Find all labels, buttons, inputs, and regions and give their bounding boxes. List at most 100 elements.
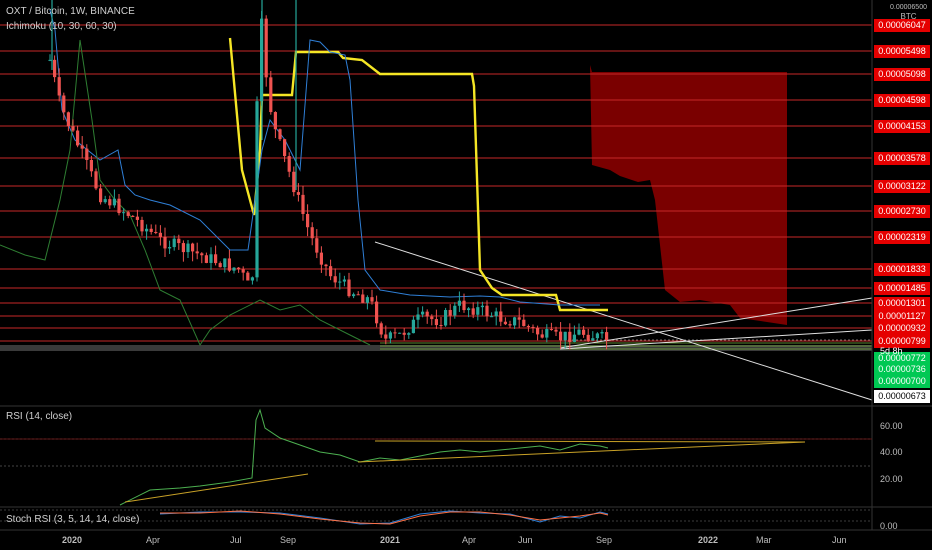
candle-body xyxy=(439,325,443,327)
price-tag: 0.00002730 xyxy=(874,205,930,218)
candle-body xyxy=(480,305,484,308)
candle-body xyxy=(531,326,535,328)
candle-body xyxy=(99,188,103,203)
candle-body xyxy=(513,317,517,326)
rsi-trendline xyxy=(357,441,806,463)
candle-body xyxy=(209,254,213,263)
price-tag: 0.00005498 xyxy=(874,45,930,58)
candle-body xyxy=(572,334,576,342)
candle-body xyxy=(370,297,374,302)
stoch-tick: 0.00 xyxy=(880,521,898,531)
price-tag: 0.00004598 xyxy=(874,94,930,107)
candle-body xyxy=(448,310,452,316)
candle-body xyxy=(278,129,282,140)
tenkan-line xyxy=(49,9,600,306)
candle-body xyxy=(71,126,75,131)
candle-body xyxy=(508,324,512,326)
candle-body xyxy=(416,314,420,320)
candle-body xyxy=(62,95,66,113)
candle-body xyxy=(200,253,204,256)
date-tick: Jun xyxy=(518,535,533,545)
ichimoku-legend[interactable]: Ichimoku (10, 30, 60, 30) xyxy=(6,21,117,32)
candle-body xyxy=(264,18,268,78)
candle-body xyxy=(425,311,429,317)
candle-body xyxy=(296,192,300,195)
candle-body xyxy=(131,215,135,217)
symbol-legend[interactable]: OXT / Bitcoin, 1W, BINANCE xyxy=(6,6,135,17)
candle-body xyxy=(89,159,93,172)
candle-body xyxy=(563,331,567,341)
indicator-panes xyxy=(0,0,932,531)
stoch-k-line xyxy=(159,510,609,525)
candle-body xyxy=(517,317,521,320)
date-tick: Mar xyxy=(756,535,772,545)
candle-body xyxy=(384,334,388,339)
candle-body xyxy=(324,264,328,267)
candle-body xyxy=(273,112,277,130)
rsi-legend[interactable]: RSI (14, close) xyxy=(6,411,72,422)
candle-body xyxy=(549,329,553,331)
candle-body xyxy=(227,258,231,271)
price-tag: 0.00006047 xyxy=(874,19,930,32)
candle-body xyxy=(223,258,227,268)
candle-body xyxy=(411,319,415,334)
candle-body xyxy=(545,329,549,338)
candle-body xyxy=(453,305,457,316)
date-tick: 2022 xyxy=(698,535,719,545)
candle-body xyxy=(94,171,98,189)
candle-body xyxy=(255,101,259,278)
candle-body xyxy=(80,145,84,149)
chart-canvas[interactable] xyxy=(0,0,932,550)
date-tick: Sep xyxy=(280,535,297,545)
rsi-line xyxy=(119,408,609,506)
candle-body xyxy=(48,59,52,61)
date-tick: Apr xyxy=(146,535,161,545)
candle-body xyxy=(191,243,195,252)
price-tag: 0.00005098 xyxy=(874,68,930,81)
candle-body xyxy=(204,255,208,263)
candle-body xyxy=(476,307,480,315)
candle-body xyxy=(540,334,544,338)
candle-body xyxy=(232,267,236,271)
candle-body xyxy=(135,216,139,220)
candle-body xyxy=(554,329,558,332)
candle-body xyxy=(582,329,586,335)
axis-top-value: 0.00006500 xyxy=(890,4,927,11)
rsi-trendline xyxy=(374,440,806,443)
countdown-label: 5d 8h xyxy=(880,346,903,356)
candle-body xyxy=(140,219,144,232)
candle-body xyxy=(287,156,291,172)
candle-body xyxy=(388,332,392,339)
candle-body xyxy=(490,316,494,318)
candle-body xyxy=(430,316,434,320)
candle-body xyxy=(163,236,167,249)
price-tag: 0.00003122 xyxy=(874,180,930,193)
candle-body xyxy=(375,301,379,324)
price-tag: 0.00000700 xyxy=(874,375,930,388)
candle-body xyxy=(246,272,250,281)
candle-body xyxy=(379,323,383,335)
candle-body xyxy=(292,171,296,193)
candle-body xyxy=(145,228,149,232)
price-tag: 0.00001301 xyxy=(874,297,930,310)
candle-body xyxy=(526,326,530,328)
candle-body xyxy=(310,227,314,239)
candle-body xyxy=(108,199,112,206)
candle-body xyxy=(319,252,323,265)
date-tick: 2020 xyxy=(62,535,83,545)
candle-body xyxy=(522,319,526,327)
stoch-rsi-legend[interactable]: Stoch RSI (3, 5, 14, 14, close) xyxy=(6,514,139,525)
candle-body xyxy=(402,332,406,335)
date-tick: Apr xyxy=(462,535,477,545)
candle-body xyxy=(471,308,475,315)
candle-body xyxy=(149,228,153,232)
candle-body xyxy=(306,213,310,228)
candle-body xyxy=(398,332,402,334)
price-tag: 0.00002319 xyxy=(874,231,930,244)
candle-body xyxy=(365,297,369,303)
ichimoku-lines xyxy=(0,9,608,347)
candle-body xyxy=(283,139,287,157)
candle-body xyxy=(361,294,365,303)
date-tick: Jul xyxy=(230,535,242,545)
candle-body xyxy=(503,321,507,325)
